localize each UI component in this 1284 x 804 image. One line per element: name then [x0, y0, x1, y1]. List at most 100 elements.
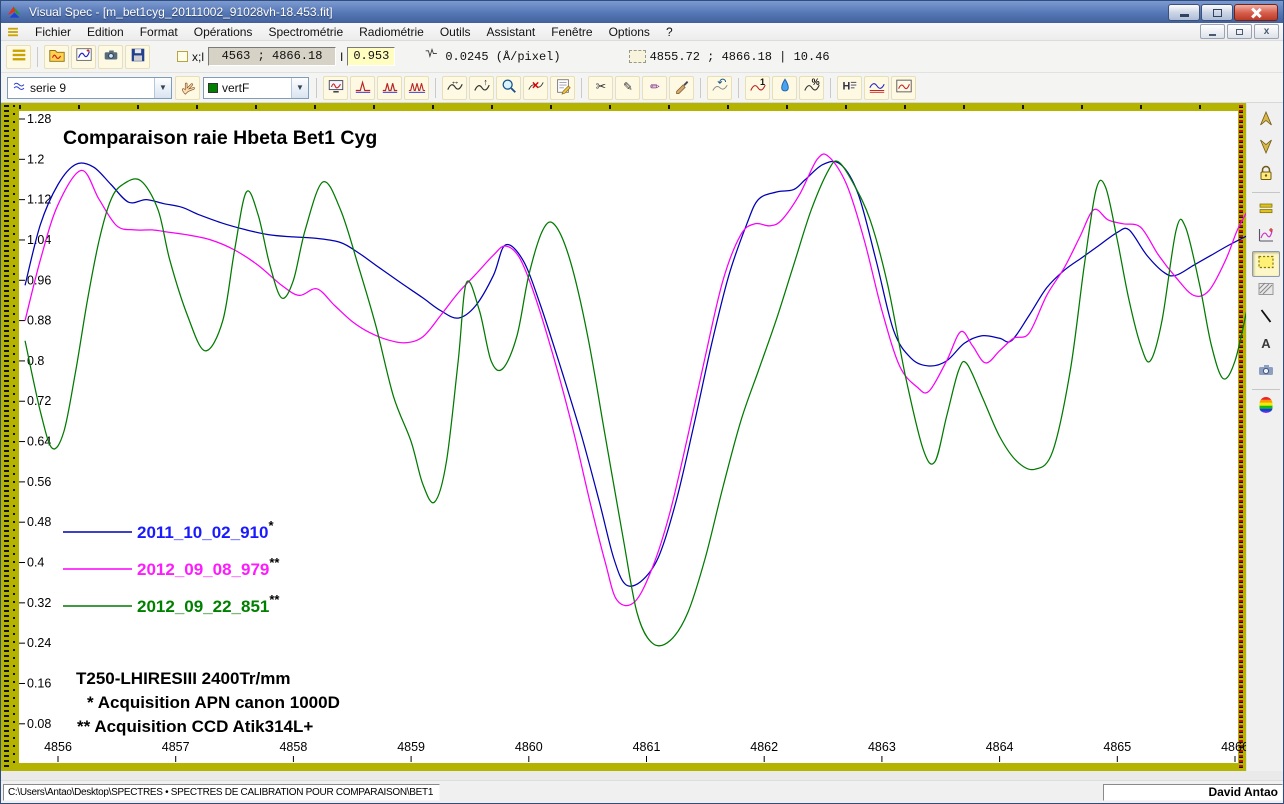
prof1-icon — [354, 77, 372, 98]
y-tick — [19, 481, 25, 482]
scroll-down-button[interactable] — [1252, 135, 1280, 161]
pick-point-button[interactable]: ✏ — [642, 76, 667, 100]
status-user: David Antao — [1103, 784, 1283, 801]
palette-button[interactable] — [1252, 394, 1280, 420]
open-profile-button[interactable] — [44, 45, 69, 69]
water-line-button[interactable] — [772, 76, 797, 100]
compare-profiles-button[interactable] — [71, 45, 96, 69]
restore-icon — [1213, 9, 1222, 17]
menu-fentre[interactable]: Fenêtre — [543, 24, 600, 40]
chevron-down-icon[interactable]: ▼ — [154, 78, 171, 98]
zoom-button[interactable] — [496, 76, 521, 100]
x-tick — [411, 756, 412, 762]
erase-annotation-button[interactable] — [550, 76, 575, 100]
contrast-button[interactable] — [1252, 278, 1280, 304]
top-ruler — [19, 105, 1238, 109]
baseline-icon — [868, 77, 886, 98]
menu-options[interactable]: Options — [601, 24, 658, 40]
mdi-restore-button[interactable] — [1227, 24, 1252, 39]
svg-text:↶: ↶ — [717, 77, 726, 89]
menu-edition[interactable]: Edition — [79, 24, 132, 40]
title-bar[interactable]: Visual Spec - [m_bet1cyg_20111002_91028v… — [1, 1, 1283, 23]
menu-assistant[interactable]: Assistant — [479, 24, 544, 40]
scroll-up-button[interactable] — [1252, 108, 1280, 134]
menu-oprations[interactable]: Opérations — [186, 24, 261, 40]
profile-base1-button[interactable] — [350, 76, 375, 100]
visual-spec-logo-icon — [6, 4, 23, 21]
floppy-icon — [129, 46, 147, 67]
undo-curve-button[interactable]: ↶ — [707, 76, 732, 100]
cut-curve-button[interactable]: ✂ — [588, 76, 613, 100]
y-tick-label: 0.24 — [27, 636, 51, 650]
coord-checkbox[interactable] — [177, 51, 188, 62]
x-tick — [1117, 756, 1118, 762]
chart-title: Comparaison raie Hbeta Bet1 Cyg — [63, 127, 377, 149]
curveup-icon: ↑ — [473, 77, 491, 98]
y-tick — [19, 159, 25, 160]
mdi-close-button[interactable]: x — [1254, 24, 1279, 39]
restore-button[interactable] — [1201, 4, 1233, 21]
select-region-button[interactable] — [1252, 251, 1280, 277]
lock-button[interactable] — [1252, 162, 1280, 188]
y-tick — [19, 602, 25, 603]
shift-curve-button[interactable]: ↑ — [469, 76, 494, 100]
fit-horizontal-button[interactable]: ↔ — [442, 76, 467, 100]
normalize-curve-button[interactable]: 1 — [745, 76, 770, 100]
annotation-line: T250-LHIRESIII 2400Tr/mm — [76, 669, 290, 688]
menu-spectromtrie[interactable]: Spectrométrie — [260, 24, 351, 40]
continuum-button[interactable] — [864, 76, 889, 100]
dashsquare-icon — [1256, 252, 1276, 277]
display-lines-button[interactable] — [6, 45, 31, 69]
y-tick — [19, 119, 25, 120]
camera2-icon — [1256, 360, 1276, 385]
camera-icon — [102, 46, 120, 67]
menu-fichier[interactable]: Fichier — [27, 24, 79, 40]
slash-icon — [1256, 306, 1276, 331]
display-settings-button[interactable] — [323, 76, 348, 100]
capture-image-button[interactable] — [98, 45, 123, 69]
percent-curve-button[interactable]: % — [799, 76, 824, 100]
x-tick — [881, 756, 882, 762]
smooth-curve-button[interactable] — [669, 76, 694, 100]
x-tick-label: 4859 — [397, 740, 425, 754]
lock-icon — [1256, 163, 1276, 188]
chevron-down-icon[interactable]: ▼ — [291, 78, 308, 98]
svg-text:1: 1 — [759, 77, 764, 87]
x-tick-label: 4856 — [44, 740, 72, 754]
boxcurve-icon — [895, 77, 913, 98]
y-tick — [19, 360, 25, 361]
add-curve-button[interactable] — [1252, 224, 1280, 250]
menu-?[interactable]: ? — [658, 24, 681, 40]
text-tool-button[interactable]: A — [1252, 332, 1280, 358]
magnifier-icon — [500, 77, 518, 98]
delete-curve-button[interactable]: × — [523, 76, 548, 100]
draw-curve-button[interactable]: ✎ — [615, 76, 640, 100]
mdi-minimize-button[interactable] — [1200, 24, 1225, 39]
y-tick — [19, 199, 25, 200]
crop-curve-button[interactable] — [891, 76, 916, 100]
menu-outils[interactable]: Outils — [432, 24, 479, 40]
line-tool-button[interactable] — [1252, 305, 1280, 331]
save-button[interactable] — [125, 45, 150, 69]
svg-text:↑: ↑ — [483, 77, 488, 87]
color-combobox[interactable]: vertF ▼ — [203, 77, 309, 99]
profile-base2-button[interactable] — [377, 76, 402, 100]
menu-bar: FichierEditionFormatOpérationsSpectromét… — [1, 23, 1283, 41]
equalize-button[interactable] — [1252, 197, 1280, 223]
document-icon — [5, 25, 21, 39]
menu-format[interactable]: Format — [132, 24, 186, 40]
heliocentric-correction-button[interactable]: H — [837, 76, 862, 100]
y-tick — [19, 320, 25, 321]
x-tick-label: 4857 — [162, 740, 190, 754]
spectrum-plot[interactable]: 1.281.21.121.040.960.880.80.720.640.560.… — [19, 111, 1238, 763]
menu-radiomtrie[interactable]: Radiométrie — [351, 24, 432, 40]
close-icon — [1251, 8, 1261, 18]
status-bar: C:\Users\Antao\Desktop\SPECTRES • SPECTR… — [1, 780, 1283, 804]
series-combobox[interactable]: serie 9 ▼ — [7, 77, 172, 99]
minimize-button[interactable] — [1168, 4, 1200, 21]
pick-tool-button[interactable] — [175, 76, 200, 100]
profile-base3-button[interactable] — [404, 76, 429, 100]
close-button[interactable] — [1234, 4, 1278, 21]
snapshot-button[interactable] — [1252, 359, 1280, 385]
curvearrows-icon: ↔ — [446, 77, 464, 98]
